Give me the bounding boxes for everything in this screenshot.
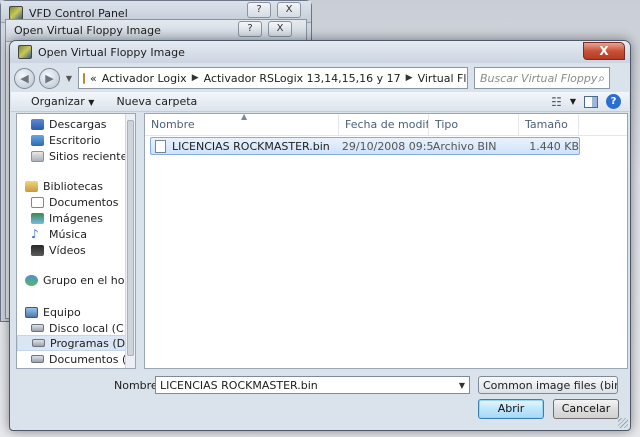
sidebar-item-grupo-hogar[interactable]: Grupo en el hogar	[17, 272, 135, 288]
sidebar-item-label: Música	[49, 227, 88, 241]
vfd-title: VFD Control Panel	[29, 6, 128, 20]
sidebar-item-label: Vídeos	[49, 243, 86, 257]
breadcrumb-prefix[interactable]: «	[90, 72, 97, 85]
subwindow-close-button[interactable]: X	[268, 21, 292, 37]
vfd-close-button[interactable]: X	[277, 2, 301, 18]
sidebar-item-label: Equipo	[43, 305, 81, 319]
sidebar-item-descargas[interactable]: Descargas	[17, 116, 127, 132]
preview-pane-icon[interactable]	[584, 95, 598, 108]
column-header-row: ▲ Nombre Fecha de modifica... Tipo Tamañ…	[145, 112, 627, 136]
column-header-size[interactable]: Tamaño	[519, 114, 579, 135]
navigation-bar: ◀ ▶ ▼ « Activador Logix ▶ Activador RSLo…	[14, 65, 626, 91]
sidebar-item-label: Documentos (E:)	[49, 352, 136, 366]
file-modified: 29/10/2008 09:56 ...	[341, 139, 433, 153]
sidebar-item-imagenes[interactable]: Imágenes	[17, 210, 127, 226]
breadcrumb-virtual-floppy[interactable]: Virtual Floppy	[418, 72, 467, 85]
music-icon: ♪	[31, 226, 39, 241]
sidebar-item-label: Grupo en el hogar	[43, 273, 136, 287]
desktop-icon	[31, 134, 44, 146]
vfd-help-button[interactable]: ?	[247, 2, 271, 18]
file-name: LICENCIAS ROCKMASTER.bin	[172, 139, 330, 153]
new-folder-button[interactable]: Nueva carpeta	[116, 95, 197, 108]
navigation-pane: Descargas Escritorio Sitios recientes Bi…	[16, 113, 136, 369]
file-type-filter-value: Common image files (bin,dat,fdd	[483, 378, 617, 392]
sidebar-item-label: Bibliotecas	[43, 179, 104, 193]
drive-icon	[32, 339, 45, 347]
dialog-title-bar[interactable]: Open Virtual Floppy Image	[10, 41, 630, 63]
file-type-filter[interactable]: Common image files (bin,dat,fdd ▼	[478, 376, 618, 394]
sidebar-item-documentos-e[interactable]: Documentos (E:)	[17, 351, 135, 367]
sidebar-item-escritorio[interactable]: Escritorio	[17, 132, 127, 148]
file-size: 1.440 KB	[529, 139, 579, 153]
documents-icon	[31, 196, 44, 208]
sidebar-item-label: Documentos	[49, 195, 119, 209]
dialog-close-button[interactable]: X	[583, 42, 625, 60]
folder-icon	[83, 72, 85, 84]
pictures-icon	[31, 212, 44, 224]
column-header-type[interactable]: Tipo	[429, 114, 519, 135]
filename-input[interactable]: LICENCIAS ROCKMASTER.bin	[160, 379, 318, 392]
forward-button[interactable]: ▶	[39, 67, 60, 89]
recent-pages-dropdown[interactable]: ▼	[64, 74, 74, 83]
breadcrumb-activador-logix[interactable]: Activador Logix	[102, 72, 187, 85]
breadcrumb-separator-icon[interactable]: ▶	[192, 73, 199, 83]
drive-icon	[31, 324, 44, 332]
recent-places-icon	[31, 150, 44, 162]
dialog-title: Open Virtual Floppy Image	[38, 45, 185, 59]
libraries-icon	[25, 180, 38, 192]
command-bar: Organizar ▼ Nueva carpeta ☷ ▼ ?	[11, 92, 629, 112]
sidebar-item-label: Disco local (C:)	[49, 321, 132, 335]
navigation-pane-scrollbar[interactable]	[125, 114, 135, 368]
search-input[interactable]: Buscar Virtual Floppy	[480, 72, 597, 85]
sidebar-item-videos[interactable]: Vídeos	[17, 242, 127, 258]
sidebar-item-label: Programas (D:)	[50, 336, 134, 350]
cancel-button[interactable]: Cancelar	[553, 399, 619, 419]
file-type: Archivo BIN	[432, 139, 497, 153]
sidebar-item-label: Sitios recientes	[49, 149, 134, 163]
file-icon	[155, 139, 166, 153]
sidebar-item-programas-d[interactable]: Programas (D:)	[17, 335, 133, 351]
sidebar-item-disco-c[interactable]: Disco local (C:)	[17, 320, 132, 336]
filename-field[interactable]: LICENCIAS ROCKMASTER.bin ▼	[155, 376, 470, 394]
sidebar-item-bibliotecas[interactable]: Bibliotecas	[17, 178, 127, 194]
sidebar-item-documentos[interactable]: Documentos	[17, 194, 127, 210]
back-button[interactable]: ◀	[14, 67, 35, 89]
videos-icon	[31, 244, 44, 256]
subwindow-help-button[interactable]: ?	[238, 21, 262, 37]
organize-button[interactable]: Organizar ▼	[31, 95, 94, 108]
sidebar-item-sitios-recientes[interactable]: Sitios recientes	[17, 148, 133, 164]
sidebar-item-equipo[interactable]: Equipo	[17, 304, 127, 320]
scrollbar-thumb[interactable]	[127, 120, 134, 356]
sidebar-item-musica[interactable]: ♪ Música	[17, 226, 127, 242]
breadcrumb-separator-icon[interactable]: ▶	[406, 73, 413, 83]
organize-label: Organizar	[31, 95, 85, 108]
sidebar-item-label: Imágenes	[49, 211, 103, 225]
view-options-icon[interactable]: ☷	[551, 95, 562, 109]
address-bar[interactable]: « Activador Logix ▶ Activador RSLogix 13…	[78, 67, 468, 89]
drive-icon	[31, 355, 44, 363]
open-button[interactable]: Abrir	[478, 399, 544, 419]
view-dropdown-icon[interactable]: ▼	[570, 97, 576, 106]
resize-grip[interactable]	[618, 418, 628, 428]
computer-icon	[25, 306, 38, 318]
homegroup-icon	[25, 274, 38, 286]
sort-arrow-icon: ▲	[241, 112, 248, 121]
column-header-date[interactable]: Fecha de modifica...	[339, 114, 429, 135]
file-row[interactable]: LICENCIAS ROCKMASTER.bin 29/10/2008 09:5…	[150, 137, 580, 155]
help-icon[interactable]: ?	[606, 94, 621, 109]
dialog-app-icon	[18, 45, 32, 59]
sidebar-item-label: Descargas	[49, 117, 107, 131]
vfd-app-icon	[9, 6, 23, 20]
download-folder-icon	[31, 118, 44, 130]
open-file-dialog: Open Virtual Floppy Image X ◀ ▶ ▼ « Acti…	[9, 40, 631, 431]
chevron-down-icon[interactable]: ▼	[455, 381, 469, 390]
chevron-down-icon: ▼	[88, 98, 95, 107]
search-icon[interactable]: ⌕	[598, 71, 605, 86]
file-list: ▲ Nombre Fecha de modifica... Tipo Tamañ…	[144, 112, 628, 369]
sidebar-item-label: Escritorio	[49, 133, 101, 147]
search-box[interactable]: Buscar Virtual Floppy ⌕	[474, 67, 610, 89]
breadcrumb-activador-rslogix[interactable]: Activador RSLogix 13,14,15,16 y 17	[204, 72, 401, 85]
